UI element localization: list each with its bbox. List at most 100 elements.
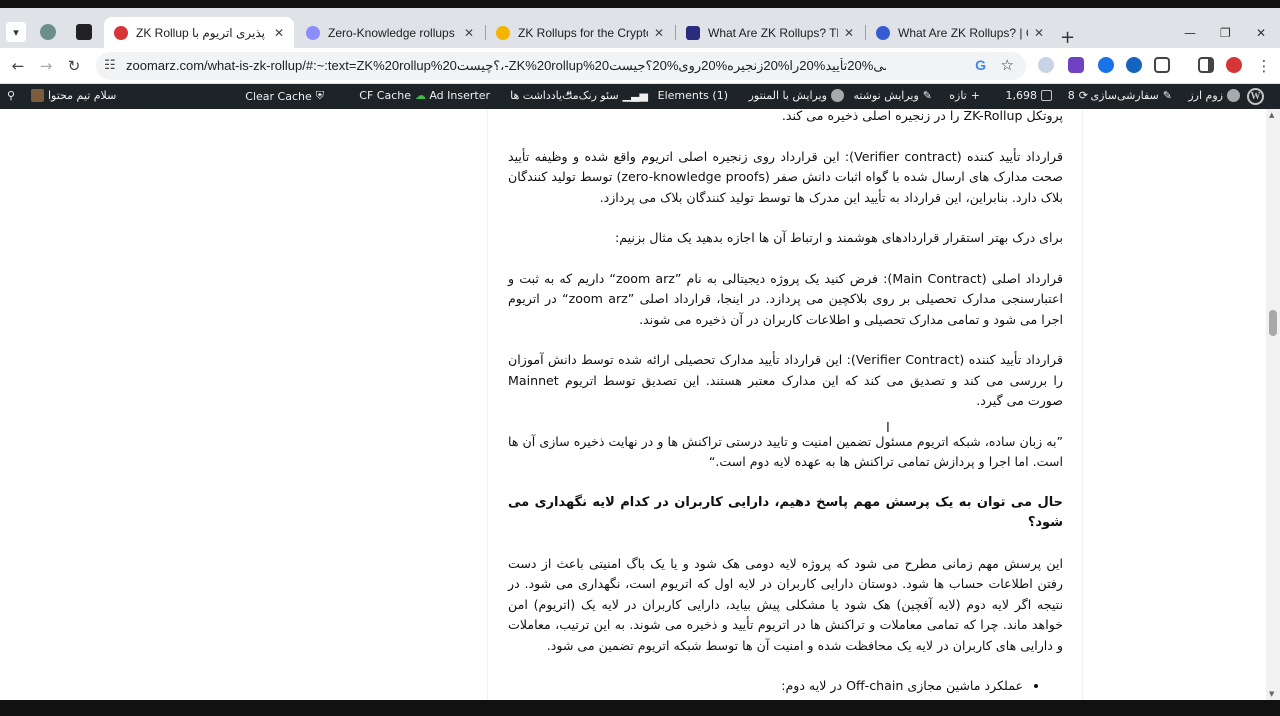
notes-icon: ❝ [566,89,572,102]
updates-count: 8 [1067,89,1075,102]
minimize-icon[interactable]: — [1184,26,1196,40]
wordpress-logo-icon[interactable]: W [1247,88,1264,105]
rankmath-icon: ▁▃▅ [622,89,648,102]
google-lens-icon[interactable]: G [975,57,986,73]
calendar-icon [76,24,92,40]
profile-avatar-icon[interactable] [1226,57,1242,73]
paragraph: پروتکل ZK-Rollup را در زنجیره اصلی ذخیره… [781,109,1063,123]
admin-cf-cache[interactable]: CF Cache ☁ [359,89,426,102]
avatar-icon [31,89,44,102]
paragraph: قرارداد تأیید کننده (Verifier contract):… [508,148,1064,205]
close-tab-icon[interactable]: ✕ [274,26,284,40]
site-info-icon[interactable]: ☷ [104,58,116,73]
admin-new[interactable]: تازه + [949,89,980,102]
tab-title: What Are ZK Rollups? | Chainli [898,25,1028,40]
comments-count: 1,698 [1005,89,1038,102]
paragraph: قرارداد تأیید کننده (Verifier Contract):… [508,352,1063,408]
scroll-down-icon[interactable]: ▼ [1269,690,1274,698]
pencil-icon: ✎ [922,89,932,102]
content-left-border [487,109,488,700]
cf-cache-label: CF Cache [359,89,411,102]
admin-updates[interactable]: 8 ⟳ [1068,89,1088,102]
paragraph: ”به زبان ساده، شبکه اتریوم مسئول تضمین ا… [508,433,1063,470]
browser-menu-icon[interactable]: ⋮ [1254,56,1274,76]
tab-title: Zero-Knowledge rollups | ethe [328,25,458,40]
section-heading: حال می توان به یک پرسش مهم پاسخ دهیم، دا… [508,494,1063,531]
new-tab-button[interactable]: + [1060,27,1075,48]
page-scrollbar[interactable]: ▲ ▼ [1266,109,1280,700]
close-tab-icon[interactable]: ✕ [1034,26,1044,40]
tab-zk-rollups-crypto[interactable]: ZK Rollups for the Crypto Bloc ✕ [486,17,674,48]
address-bar[interactable]: ☷ zoomarz.com/what-is-zk-rollup/#:~:text… [96,52,1026,80]
close-tab-icon[interactable]: ✕ [654,26,664,40]
tab-future[interactable]: What Are ZK Rollups? The Futu ✕ [676,17,864,48]
admin-notes[interactable]: یادداشت ها ❝ [510,89,572,102]
tab-chainlink[interactable]: What Are ZK Rollups? | Chainli ✕ [866,17,1054,48]
scroll-up-icon[interactable]: ▲ [1269,111,1274,119]
tab-title: ZK Rollups for the Crypto Bloc [518,25,648,40]
admin-account[interactable]: سلام تیم محتوا [31,89,116,102]
extension-drop-icon[interactable] [1038,57,1054,73]
extension-globe-icon[interactable] [1098,57,1114,73]
article-body: پروتکل ZK-Rollup را در زنجیره اصلی ذخیره… [508,109,1063,697]
admin-site-name[interactable]: زوم ارز [1188,89,1240,102]
close-window-icon[interactable]: ✕ [1256,26,1266,40]
admin-edit-post[interactable]: ویرایش نوشته ✎ [854,89,932,102]
admin-elements[interactable]: Elements (1) [658,89,728,102]
url-text[interactable]: zoomarz.com/what-is-zk-rollup/#:~:text=Z… [126,58,886,74]
tab-title: ZK Rollup مقیاس پذیری اتریوم با ... [136,25,268,40]
pinned-tab-chatgpt[interactable] [36,20,60,44]
admin-clear-cache[interactable]: Clear Cache ⛨ [245,89,324,103]
comment-icon [1041,90,1052,101]
ethereum-favicon-icon [306,25,320,40]
zoomarz-favicon-icon [114,25,128,40]
new-label: تازه [949,89,967,102]
home-icon [1227,89,1240,102]
site-name-label: زوم ارز [1188,89,1223,102]
tab-strip: ▾ ZK Rollup مقیاس پذیری اتریوم با ... ✕ … [0,0,1280,48]
close-tab-icon[interactable]: ✕ [464,26,474,40]
elements-label: Elements (1) [657,89,728,102]
tab-search-chevron-icon[interactable]: ▾ [6,22,26,42]
cloud-icon: ☁ [415,89,426,102]
ad-inserter-label: Ad Inserter [429,89,490,102]
b-favicon-icon [686,25,700,40]
admin-rankmath[interactable]: سئو رنک‌مث ▁▃▅ [562,89,648,102]
content-right-border [1082,109,1083,700]
reload-icon[interactable]: ↻ [64,56,84,76]
blog-favicon-icon [496,25,510,40]
elementor-label: ویرایش با المنتور [748,89,827,102]
paragraph: قرارداد اصلی (Main Contract): فرض کنید ی… [508,270,1063,327]
text-cursor-icon: I [886,421,890,436]
extensions-puzzle-icon[interactable] [1154,57,1170,73]
admin-customize[interactable]: سفارشی‌سازی ✎ [1090,89,1172,102]
close-tab-icon[interactable]: ✕ [844,26,854,40]
screen-bottom-bar [0,700,1280,716]
admin-search-icon[interactable]: ⚲ [7,89,15,102]
tab-title: What Are ZK Rollups? The Futu [708,25,838,40]
plus-icon: + [970,89,980,102]
paragraph: برای درک بهتر استقرار قراردادهای هوشمند … [615,230,1063,245]
edit-post-label: ویرایش نوشته [853,89,919,102]
page-viewport: پروتکل ZK-Rollup را در زنجیره اصلی ذخیره… [0,109,1280,700]
browser-toolbar: ← → ↻ ☷ zoomarz.com/what-is-zk-rollup/#:… [0,48,1280,84]
forward-icon[interactable]: → [36,56,56,76]
tab-ethereum[interactable]: Zero-Knowledge rollups | ethe ✕ [296,17,484,48]
tab-zoomarz[interactable]: ZK Rollup مقیاس پذیری اتریوم با ... ✕ [104,17,294,48]
cache-icon: ⛨ [315,89,324,102]
back-icon[interactable]: ← [8,56,28,76]
list-item: عملکرد ماشین مجازی Off-chain در لایه دوم… [508,676,1023,697]
elementor-icon [831,89,844,102]
admin-edit-elementor[interactable]: ویرایش با المنتور [749,89,844,102]
extension-bookmark-icon[interactable] [1068,57,1084,73]
pinned-tab-17[interactable] [72,20,96,44]
greeting-label: سلام تیم محتوا [48,89,117,102]
restore-icon[interactable]: ❐ [1220,26,1231,40]
admin-ad-inserter[interactable]: Ad Inserter [429,89,490,102]
admin-comments[interactable]: 1,698 [1005,89,1052,102]
scroll-thumb[interactable] [1269,310,1277,336]
bookmark-star-icon[interactable]: ☆ [1001,56,1014,74]
chatgpt-icon [40,24,56,40]
side-panel-icon[interactable] [1198,57,1214,73]
extension-shield-icon[interactable] [1126,57,1142,73]
